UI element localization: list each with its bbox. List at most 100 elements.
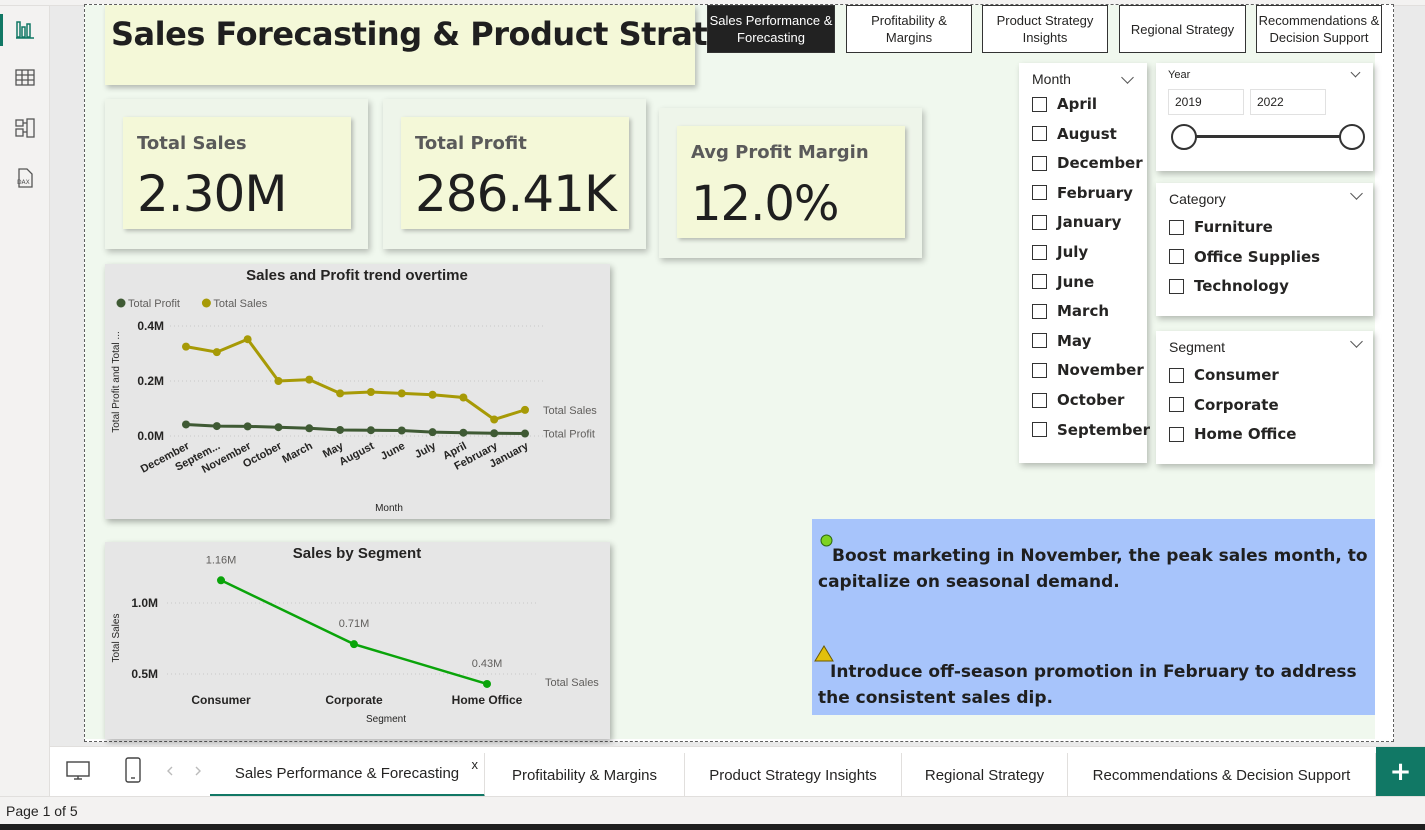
month-option[interactable]: April	[1032, 93, 1097, 115]
segment-option-label: Home Office	[1194, 425, 1297, 444]
year-from-input[interactable]: 2019	[1168, 89, 1244, 115]
category-option[interactable]: Technology	[1169, 275, 1289, 297]
scroll-left-icon[interactable]	[166, 766, 174, 776]
checkbox[interactable]	[1032, 214, 1047, 230]
checkbox[interactable]	[1032, 274, 1047, 290]
category-option[interactable]: Office Supplies	[1169, 246, 1320, 268]
month-option[interactable]: January	[1032, 211, 1121, 233]
tab-product-strategy[interactable]: Product Strategy Insights	[685, 753, 902, 797]
checkbox[interactable]	[1169, 278, 1184, 294]
data-label: 1.16M	[206, 554, 237, 566]
x-tick-label: Home Office	[452, 693, 523, 707]
month-option[interactable]: September	[1032, 419, 1150, 441]
nav-recommendations-button[interactable]: Recommendations & Decision Support	[1256, 5, 1382, 53]
tab-regional-strategy[interactable]: Regional Strategy	[902, 753, 1068, 797]
close-icon[interactable]: x	[472, 757, 479, 772]
checkbox[interactable]	[1169, 426, 1184, 442]
x-axis-title: Segment	[366, 714, 406, 725]
checkbox[interactable]	[1169, 367, 1184, 383]
add-page-button[interactable]: +	[1376, 747, 1425, 797]
tab-label: Sales Performance & Forecasting	[234, 765, 460, 782]
month-option[interactable]: December	[1032, 152, 1143, 174]
data-point	[336, 389, 345, 398]
checkbox[interactable]	[1032, 244, 1047, 260]
checkbox[interactable]	[1032, 333, 1047, 349]
chevron-down-icon[interactable]	[1121, 71, 1134, 84]
checkbox[interactable]	[1169, 219, 1184, 235]
nav-regional-strategy-button[interactable]: Regional Strategy	[1119, 5, 1246, 53]
checkbox[interactable]	[1032, 96, 1047, 112]
checkbox[interactable]	[1169, 397, 1184, 413]
tab-profitability[interactable]: Profitability & Margins	[485, 753, 685, 797]
month-option[interactable]: June	[1032, 271, 1094, 293]
year-range-track[interactable]	[1184, 135, 1354, 138]
year-to-input[interactable]: 2022	[1250, 89, 1326, 115]
month-option[interactable]: February	[1032, 182, 1133, 204]
data-point	[428, 428, 437, 437]
data-point	[521, 429, 529, 438]
segment-option[interactable]: Home Office	[1169, 423, 1296, 445]
checkbox[interactable]	[1169, 249, 1184, 265]
desktop-layout-icon[interactable]	[66, 761, 90, 781]
segment-slicer: Segment Consumer Corporate Home Office	[1156, 331, 1373, 464]
category-slicer-title: Category	[1169, 191, 1226, 207]
checkbox[interactable]	[1032, 126, 1047, 142]
segment-option-label: Corporate	[1194, 395, 1279, 414]
month-option[interactable]: July	[1032, 241, 1088, 263]
x-tick-label: Corporate	[325, 693, 383, 707]
mobile-layout-icon[interactable]	[125, 757, 141, 783]
table-view-icon[interactable]	[0, 58, 50, 98]
year-range-end-handle[interactable]	[1339, 124, 1365, 150]
nav-sales-performance-button[interactable]: Sales Performance & Forecasting	[707, 5, 835, 53]
tab-sales-performance[interactable]: Sales Performance & Forecasting x	[210, 753, 485, 797]
checkbox[interactable]	[1032, 185, 1047, 201]
model-view-icon[interactable]	[0, 108, 50, 148]
x-axis-title: Month	[375, 503, 403, 514]
tab-label: Profitability & Margins	[511, 766, 658, 784]
checkbox[interactable]	[1032, 422, 1047, 438]
sales-by-segment-chart[interactable]: Sales by Segment 0.5M 1.0M Total Sales 1.16M…	[105, 542, 610, 739]
sales-profit-trend-chart[interactable]: Sales and Profit trend overtime Total Pro…	[105, 264, 610, 519]
month-option[interactable]: March	[1032, 300, 1109, 322]
status-bar: Page 1 of 5	[0, 796, 1425, 824]
checkbox[interactable]	[1032, 362, 1047, 378]
nav-profitability-button[interactable]: Profitability & Margins	[846, 5, 972, 53]
year-range-start-handle[interactable]	[1171, 124, 1197, 150]
kpi-avg-margin-inner: Avg Profit Margin 12.0%	[677, 126, 905, 238]
year-slicer-title: Year	[1168, 69, 1191, 81]
kpi-total-sales-label: Total Sales	[137, 133, 247, 154]
data-label: 0.71M	[339, 618, 370, 630]
segment-slicer-title: Segment	[1169, 339, 1226, 355]
segment-option[interactable]: Consumer	[1169, 364, 1279, 386]
report-view-icon[interactable]	[0, 10, 50, 50]
power-bi-window: DAX Sales Forecasting & Product Strategy…	[0, 0, 1425, 830]
data-point	[397, 389, 406, 398]
month-option[interactable]: October	[1032, 389, 1124, 411]
kpi-total-sales-card[interactable]: Total Sales 2.30M	[105, 99, 368, 249]
legend-label: Total Sales	[213, 298, 267, 310]
data-point	[305, 375, 314, 384]
kpi-avg-margin-card[interactable]: Avg Profit Margin 12.0%	[659, 108, 922, 258]
scroll-right-icon[interactable]	[194, 766, 202, 776]
x-tick-label: July	[413, 440, 439, 461]
chevron-down-icon[interactable]	[1350, 67, 1361, 78]
chart-title: Sales and Profit trend overtime	[246, 267, 468, 284]
nav-product-strategy-button[interactable]: Product Strategy Insights	[982, 5, 1108, 53]
checkbox[interactable]	[1032, 155, 1047, 171]
y-tick-label: 1.0M	[131, 596, 158, 610]
month-option[interactable]: November	[1032, 359, 1144, 381]
month-option[interactable]: May	[1032, 330, 1091, 352]
trend-chart-svg: Sales and Profit trend overtime Total Pro…	[111, 267, 597, 514]
segment-option[interactable]: Corporate	[1169, 394, 1279, 416]
checkbox[interactable]	[1032, 392, 1047, 408]
month-option[interactable]: August	[1032, 123, 1117, 145]
chevron-down-icon[interactable]	[1350, 335, 1363, 348]
taskbar-strip	[0, 824, 1425, 830]
checkbox[interactable]	[1032, 303, 1047, 319]
dax-query-view-icon[interactable]: DAX	[0, 158, 50, 198]
kpi-total-profit-card[interactable]: Total Profit 286.41K	[383, 99, 646, 249]
report-title: Sales Forecasting & Product Strategy	[111, 15, 772, 53]
chevron-down-icon[interactable]	[1350, 187, 1363, 200]
tab-recommendations[interactable]: Recommendations & Decision Support	[1068, 753, 1376, 797]
category-option[interactable]: Furniture	[1169, 216, 1273, 238]
